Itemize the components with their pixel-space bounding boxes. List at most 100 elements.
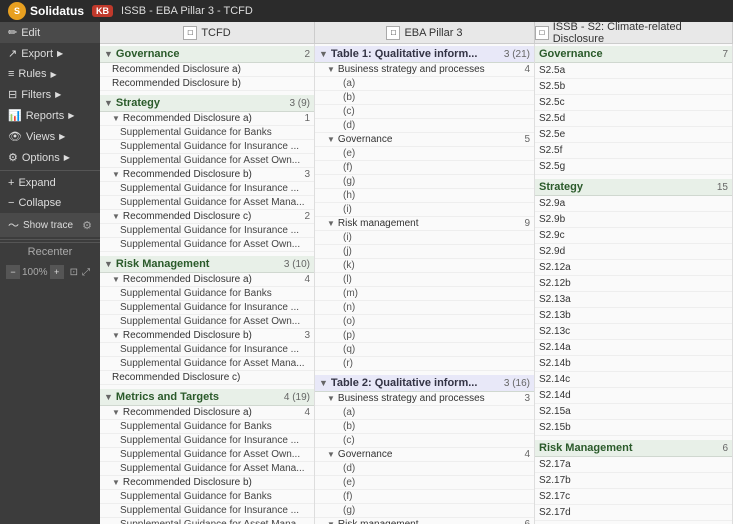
tcfd-risk-asset-mana[interactable]: Supplemental Guidance for Asset Mana... bbox=[100, 357, 314, 371]
tcfd-risk-rec-a[interactable]: ▼ Recommended Disclosure a) 4 bbox=[100, 273, 314, 287]
tcfd-governance-item-b[interactable]: Recommended Disclosure b) bbox=[100, 77, 314, 91]
issb-s217c[interactable]: S2.17c bbox=[535, 489, 732, 505]
tcfd-metrics-rec-a[interactable]: ▼ Recommended Disclosure a) 4 bbox=[100, 406, 314, 420]
eba-t1-risk-q[interactable]: (q) bbox=[315, 343, 534, 357]
eba-t1-biz-b[interactable]: (b) bbox=[315, 91, 534, 105]
issb-governance-header[interactable]: Governance 7 bbox=[535, 46, 732, 63]
eba-t1-gov-g[interactable]: (g) bbox=[315, 175, 534, 189]
recenter-button[interactable]: Recenter bbox=[0, 242, 100, 261]
eba-t2-risk-header[interactable]: ▼ Risk management 6 bbox=[315, 518, 534, 524]
eba-collapse-button[interactable]: □ bbox=[386, 26, 400, 40]
tcfd-collapse-button[interactable]: □ bbox=[183, 26, 197, 40]
eba-t1-risk-i[interactable]: (i) bbox=[315, 231, 534, 245]
tcfd-strategy-rec-a[interactable]: ▼ Recommended Disclosure a) 1 bbox=[100, 112, 314, 126]
tcfd-metrics-insurance-2[interactable]: Supplemental Guidance for Insurance ... bbox=[100, 504, 314, 518]
sidebar-item-export[interactable]: ↗ Export ▶ bbox=[0, 43, 100, 64]
issb-s29b[interactable]: S2.9b bbox=[535, 212, 732, 228]
gear-icon[interactable]: ⚙ bbox=[82, 219, 92, 232]
eba-t1-gov-e[interactable]: (e) bbox=[315, 147, 534, 161]
eba-t1-risk-l[interactable]: (l) bbox=[315, 273, 534, 287]
eba-t2-gov-d[interactable]: (d) bbox=[315, 462, 534, 476]
issb-s213b[interactable]: S2.13b bbox=[535, 308, 732, 324]
eba-t2-biz-a[interactable]: (a) bbox=[315, 406, 534, 420]
tcfd-metrics-rec-b[interactable]: ▼ Recommended Disclosure b) bbox=[100, 476, 314, 490]
issb-s217d[interactable]: S2.17d bbox=[535, 505, 732, 521]
eba-t1-biz-a[interactable]: (a) bbox=[315, 77, 534, 91]
issb-strategy-header[interactable]: Strategy 15 bbox=[535, 179, 732, 196]
issb-s215b[interactable]: S2.15b bbox=[535, 420, 732, 436]
issb-s217b[interactable]: S2.17b bbox=[535, 473, 732, 489]
tcfd-risk-insurance-2[interactable]: Supplemental Guidance for Insurance ... bbox=[100, 343, 314, 357]
issb-s29c[interactable]: S2.9c bbox=[535, 228, 732, 244]
scroll-content[interactable]: ▼ Governance 2 Recommended Disclosure a)… bbox=[100, 44, 733, 524]
tcfd-metrics-asset-own[interactable]: Supplemental Guidance for Asset Own... bbox=[100, 448, 314, 462]
sidebar-item-reports[interactable]: 📊 Reports ▶ bbox=[0, 105, 100, 126]
tcfd-risk-rec-b[interactable]: ▼ Recommended Disclosure b) 3 bbox=[100, 329, 314, 343]
eba-t2-gov-g[interactable]: (g) bbox=[315, 504, 534, 518]
sidebar-item-filters[interactable]: ⊟ Filters ▶ bbox=[0, 84, 100, 105]
tcfd-metrics-banks-2[interactable]: Supplemental Guidance for Banks bbox=[100, 490, 314, 504]
issb-s214a[interactable]: S2.14a bbox=[535, 340, 732, 356]
issb-s25b[interactable]: S2.5b bbox=[535, 79, 732, 95]
sidebar-item-edit[interactable]: ✏ Edit bbox=[0, 22, 100, 43]
tcfd-metrics-asset-mana-1[interactable]: Supplemental Guidance for Asset Mana... bbox=[100, 462, 314, 476]
eba-table1-header[interactable]: ▼ Table 1: Qualitative inform... 3 (21) bbox=[315, 46, 534, 63]
eba-t1-risk-r[interactable]: (r) bbox=[315, 357, 534, 371]
issb-s25f[interactable]: S2.5f bbox=[535, 143, 732, 159]
tcfd-governance-header[interactable]: ▼ Governance 2 bbox=[100, 46, 314, 63]
tcfd-strategy-insurance-3[interactable]: Supplemental Guidance for Insurance ... bbox=[100, 224, 314, 238]
eba-t1-gov-header[interactable]: ▼ Governance 5 bbox=[315, 133, 534, 147]
tcfd-risk-asset-own[interactable]: Supplemental Guidance for Asset Own... bbox=[100, 315, 314, 329]
tcfd-strategy-rec-b[interactable]: ▼ Recommended Disclosure b) 3 bbox=[100, 168, 314, 182]
eba-t1-risk-o[interactable]: (o) bbox=[315, 315, 534, 329]
eba-t2-gov-e[interactable]: (e) bbox=[315, 476, 534, 490]
eba-t1-biz-d[interactable]: (d) bbox=[315, 119, 534, 133]
sidebar-item-show-trace[interactable]: 〜 Show trace ⚙ bbox=[0, 213, 100, 237]
eba-t1-risk-j[interactable]: (j) bbox=[315, 245, 534, 259]
issb-s25c[interactable]: S2.5c bbox=[535, 95, 732, 111]
tcfd-metrics-insurance-1[interactable]: Supplemental Guidance for Insurance ... bbox=[100, 434, 314, 448]
issb-s25e[interactable]: S2.5e bbox=[535, 127, 732, 143]
eba-t1-gov-f[interactable]: (f) bbox=[315, 161, 534, 175]
issb-s213a[interactable]: S2.13a bbox=[535, 292, 732, 308]
eba-t1-risk-n[interactable]: (n) bbox=[315, 301, 534, 315]
zoom-expand-button[interactable]: ⤢ bbox=[82, 267, 90, 278]
tcfd-risk-header[interactable]: ▼ Risk Management 3 (10) bbox=[100, 256, 314, 273]
tcfd-strategy-banks-1[interactable]: Supplemental Guidance for Banks bbox=[100, 126, 314, 140]
eba-t1-risk-p[interactable]: (p) bbox=[315, 329, 534, 343]
tcfd-risk-banks[interactable]: Supplemental Guidance for Banks bbox=[100, 287, 314, 301]
tcfd-strategy-asset-mana-1[interactable]: Supplemental Guidance for Asset Mana... bbox=[100, 196, 314, 210]
eba-t1-risk-m[interactable]: (m) bbox=[315, 287, 534, 301]
eba-t2-biz-c[interactable]: (c) bbox=[315, 434, 534, 448]
eba-t1-risk-header[interactable]: ▼ Risk management 9 bbox=[315, 217, 534, 231]
eba-t1-risk-k[interactable]: (k) bbox=[315, 259, 534, 273]
sidebar-item-expand[interactable]: + Expand bbox=[0, 173, 100, 193]
issb-s212a[interactable]: S2.12a bbox=[535, 260, 732, 276]
tcfd-strategy-header[interactable]: ▼ Strategy 3 (9) bbox=[100, 95, 314, 112]
tcfd-governance-item-a[interactable]: Recommended Disclosure a) bbox=[100, 63, 314, 77]
tcfd-metrics-header[interactable]: ▼ Metrics and Targets 4 (19) bbox=[100, 389, 314, 406]
eba-t2-gov-f[interactable]: (f) bbox=[315, 490, 534, 504]
issb-s214b[interactable]: S2.14b bbox=[535, 356, 732, 372]
tcfd-risk-rec-c[interactable]: Recommended Disclosure c) bbox=[100, 371, 314, 385]
eba-t2-biz-header[interactable]: ▼ Business strategy and processes 3 bbox=[315, 392, 534, 406]
issb-collapse-button[interactable]: □ bbox=[535, 26, 549, 40]
issb-s29a[interactable]: S2.9a bbox=[535, 196, 732, 212]
issb-s213c[interactable]: S2.13c bbox=[535, 324, 732, 340]
tcfd-metrics-asset-mana-2[interactable]: Supplemental Guidance for Asset Mana... bbox=[100, 518, 314, 524]
issb-risk-header[interactable]: Risk Management 6 bbox=[535, 440, 732, 457]
issb-s25a[interactable]: S2.5a bbox=[535, 63, 732, 79]
tcfd-strategy-insurance-1[interactable]: Supplemental Guidance for Insurance ... bbox=[100, 140, 314, 154]
tcfd-risk-insurance-1[interactable]: Supplemental Guidance for Insurance ... bbox=[100, 301, 314, 315]
issb-s25d[interactable]: S2.5d bbox=[535, 111, 732, 127]
issb-s212b[interactable]: S2.12b bbox=[535, 276, 732, 292]
tcfd-metrics-banks[interactable]: Supplemental Guidance for Banks bbox=[100, 420, 314, 434]
tcfd-strategy-insurance-2[interactable]: Supplemental Guidance for Insurance ... bbox=[100, 182, 314, 196]
eba-t1-biz-header[interactable]: ▼ Business strategy and processes 4 bbox=[315, 63, 534, 77]
issb-s214c[interactable]: S2.14c bbox=[535, 372, 732, 388]
zoom-in-button[interactable]: + bbox=[50, 265, 64, 279]
sidebar-item-options[interactable]: ⚙ Options ▶ bbox=[0, 147, 100, 168]
tcfd-strategy-asset-own-2[interactable]: Supplemental Guidance for Asset Own... bbox=[100, 238, 314, 252]
issb-s215a[interactable]: S2.15a bbox=[535, 404, 732, 420]
eba-t2-biz-b[interactable]: (b) bbox=[315, 420, 534, 434]
